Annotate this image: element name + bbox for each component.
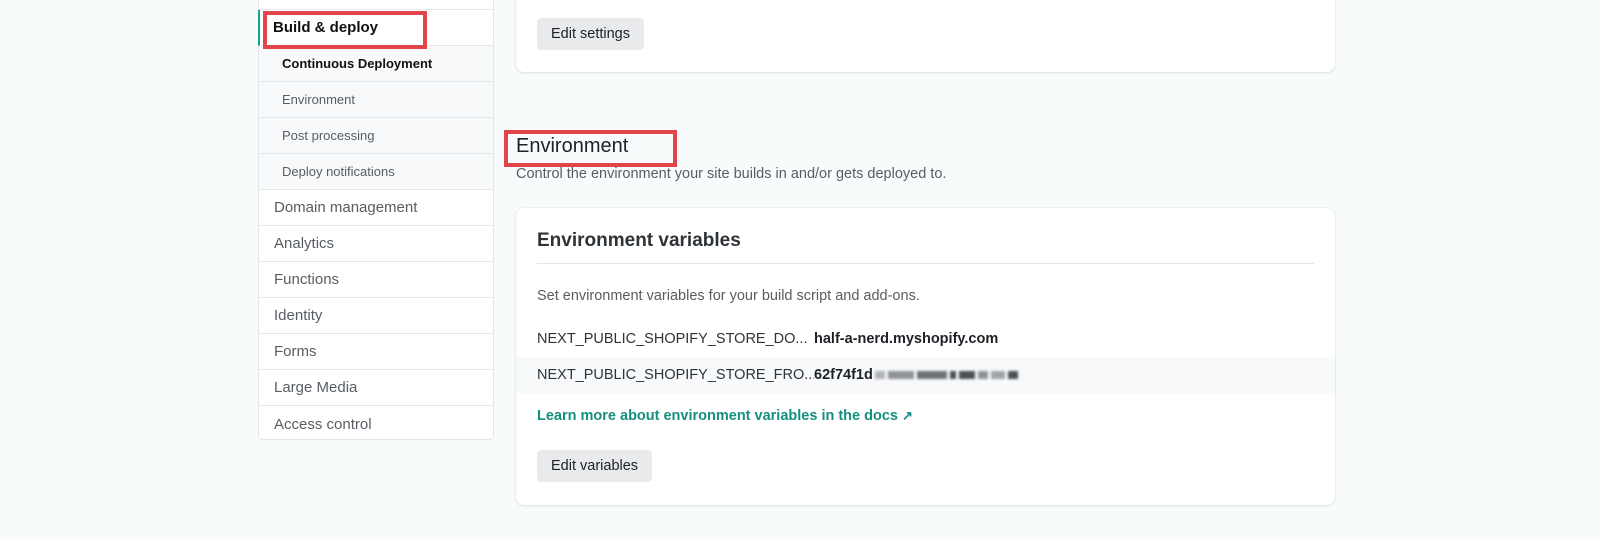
redacted-value-mask: [874, 371, 1021, 379]
env-variable-key: NEXT_PUBLIC_SHOPIFY_STORE_FRO...: [537, 367, 814, 383]
environment-docs-link[interactable]: Learn more about environment variables i…: [537, 408, 913, 424]
sidebar-item-large-media[interactable]: Large Media: [259, 370, 493, 406]
env-variable-value: half-a-nerd.myshopify.com: [814, 331, 999, 347]
sidebar-subitem-post-processing[interactable]: Post processing: [259, 118, 493, 154]
edit-variables-button[interactable]: Edit variables: [537, 450, 653, 482]
environment-variables-title: Environment variables: [537, 230, 741, 251]
sidebar-item-analytics[interactable]: Analytics: [259, 226, 493, 262]
sidebar-subitem-continuous-deployment[interactable]: Continuous Deployment: [259, 46, 493, 82]
external-link-icon: ↗: [901, 408, 913, 423]
sidebar-item-identity[interactable]: Identity: [259, 298, 493, 334]
env-variable-key: NEXT_PUBLIC_SHOPIFY_STORE_DO...: [537, 331, 808, 347]
previous-settings-card: Edit settings: [516, 0, 1335, 72]
sidebar-subitem-deploy-notifications[interactable]: Deploy notifications: [259, 154, 493, 190]
sidebar-subitem-environment[interactable]: Environment: [259, 82, 493, 118]
sidebar-item-access-control[interactable]: Access control: [259, 406, 493, 442]
env-variable-row: NEXT_PUBLIC_SHOPIFY_STORE_FRO... 62f74f1…: [516, 357, 1335, 393]
sidebar-item-domain-management[interactable]: Domain management: [259, 190, 493, 226]
environment-section-title: Environment: [516, 135, 629, 157]
env-variable-value: 62f74f1d: [814, 367, 873, 383]
edit-settings-button[interactable]: Edit settings: [537, 18, 644, 50]
env-variable-value-container: 62f74f1d: [814, 367, 1021, 383]
environment-variables-card: Environment variables Set environment va…: [516, 208, 1335, 505]
docs-link-label: Learn more about environment variables i…: [537, 408, 898, 424]
sidebar-item-build-deploy[interactable]: Build & deploy: [258, 10, 493, 46]
sidebar-item-functions[interactable]: Functions: [259, 262, 493, 298]
sidebar-top-divider: [259, 0, 493, 10]
environment-variables-description: Set environment variables for your build…: [537, 288, 920, 304]
sidebar-item-forms[interactable]: Forms: [259, 334, 493, 370]
env-variable-row: NEXT_PUBLIC_SHOPIFY_STORE_DO... half-a-n…: [516, 321, 1335, 357]
card-divider: [537, 263, 1314, 264]
environment-section-description: Control the environment your site builds…: [516, 166, 947, 182]
settings-sidebar: Build & deploy Continuous Deployment Env…: [258, 0, 494, 440]
